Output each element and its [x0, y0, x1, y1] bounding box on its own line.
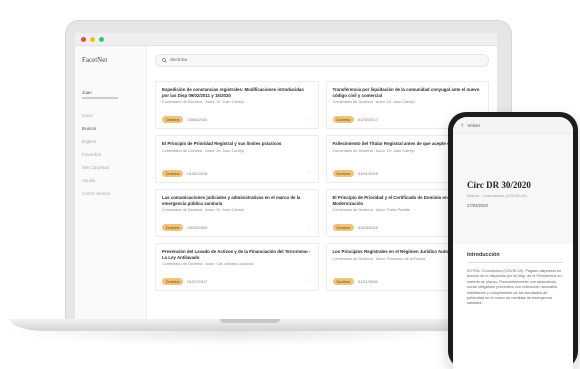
heart-icon[interactable]: ♡ — [307, 171, 311, 177]
card-subtitle: Comentario de Doctrina · Autor: Dr. Juan… — [162, 100, 245, 105]
category-badge: Doctrina — [162, 116, 184, 123]
phone-frame: ‹ Volver Circ DR 30/2020 Noticia · Coron… — [448, 112, 578, 369]
back-button[interactable]: Volver — [467, 123, 480, 128]
category-badge: Doctrina — [332, 116, 354, 123]
card-date: 01/03/2019 — [357, 225, 378, 230]
search-input[interactable]: doctrina — [170, 58, 187, 63]
heart-icon[interactable]: ♡ — [307, 225, 311, 231]
result-card[interactable]: Prevención del Lavado de Activos y de la… — [155, 243, 319, 291]
sidebar-item-favoritos[interactable]: Favoritos — [82, 152, 139, 157]
close-window-icon[interactable] — [81, 36, 86, 42]
minimize-window-icon[interactable] — [90, 36, 95, 42]
category-badge: Doctrina — [162, 170, 184, 177]
heart-icon[interactable]: ♡ — [307, 279, 311, 285]
results-grid: Expedición de constancias registrales: M… — [155, 81, 489, 291]
card-title[interactable]: Expedición de constancias registrales: M… — [162, 87, 312, 98]
card-date: 01/07/2017 — [187, 279, 208, 284]
result-card[interactable]: El Principio de Prioridad Registral y su… — [155, 135, 319, 183]
section-title: Introducción — [467, 252, 500, 258]
category-badge: Doctrina — [162, 278, 184, 285]
card-date: 01/02/2017 — [357, 117, 378, 122]
app-logo[interactable]: FacetNet — [82, 56, 139, 64]
card-title[interactable]: Transferencia por liquidación de la comu… — [333, 87, 483, 98]
result-card[interactable]: Expedición de constancias registrales: M… — [155, 81, 319, 129]
card-subtitle: Comentario de Doctrina · Autor: Dr. Juan… — [332, 100, 415, 105]
category-badge: Doctrina — [332, 224, 354, 231]
card-subtitle: Comentario de Doctrina · Autor: Dr. Juan… — [162, 148, 245, 153]
user-name: Juan — [82, 90, 92, 95]
document-body: Introducción EXTRA: Coronavirus (COVID-1… — [453, 244, 573, 307]
phone-header: ‹ Volver — [453, 117, 573, 134]
category-badge: Doctrina — [332, 170, 354, 177]
sidebar-item-inicio[interactable]: Inicio — [82, 113, 139, 118]
laptop-screen: FacetNet Juan Inicio Buscar Dígitos Favo… — [75, 33, 497, 319]
card-subtitle: Comentario de Doctrina · Autor: Dr. Juan… — [162, 208, 245, 213]
browser-titlebar — [75, 33, 497, 46]
card-title[interactable]: Prevención del Lavado de Activos y de la… — [162, 249, 312, 260]
card-date: 01/11/2016 — [357, 279, 378, 284]
card-date: 25/05/2020 — [187, 117, 208, 122]
user-divider — [82, 97, 118, 99]
chevron-left-icon[interactable]: ‹ — [461, 122, 463, 129]
sidebar-item-cerrar-sesion[interactable]: Cerrar Sesión — [82, 191, 139, 196]
result-card[interactable]: Las comunicaciones judiciales y administ… — [155, 189, 319, 237]
card-date: 25/03/2020 — [187, 225, 208, 230]
document-subtitle: Noticia · Coronavirus (COVID-19) — [467, 193, 527, 198]
sidebar-item-carpetas[interactable]: Mis Carpetas — [82, 165, 139, 170]
card-footer: Doctrina 25/05/2020 ♡ — [162, 116, 312, 123]
document-date: 27/03/2020 — [467, 203, 488, 208]
section-divider — [467, 262, 563, 263]
category-badge: Doctrina — [332, 278, 354, 285]
card-date: 01/01/2019 — [357, 171, 378, 176]
search-bar[interactable]: doctrina — [155, 54, 489, 67]
search-icon — [162, 58, 167, 63]
document-header: Circ DR 30/2020 Noticia · Coronavirus (C… — [453, 134, 573, 244]
sidebar-item-digitos[interactable]: Dígitos — [82, 139, 139, 144]
card-subtitle: Comentario de Doctrina · Autor: Cdr. Adr… — [162, 262, 254, 267]
category-badge: Doctrina — [162, 224, 184, 231]
card-footer: Doctrina 01/02/2019 ♡ — [162, 170, 312, 177]
sidebar-item-ayuda[interactable]: Ayuda — [82, 178, 139, 183]
document-title: Circ DR 30/2020 — [467, 180, 531, 190]
app-root: FacetNet Juan Inicio Buscar Dígitos Favo… — [75, 46, 497, 319]
card-footer: Doctrina 01/07/2017 ♡ — [162, 278, 312, 285]
sidebar: FacetNet Juan Inicio Buscar Dígitos Favo… — [75, 46, 147, 319]
card-title[interactable]: El Principio de Prioridad Registral y su… — [162, 141, 312, 147]
card-footer: Doctrina 25/03/2020 ♡ — [162, 224, 312, 231]
laptop-notch — [220, 319, 280, 323]
card-title[interactable]: Las comunicaciones judiciales y administ… — [162, 195, 312, 206]
heart-icon[interactable]: ♡ — [307, 117, 311, 123]
sidebar-item-buscar[interactable]: Buscar — [82, 126, 139, 131]
document-paragraph: EXTRA: Coronavirus (COVID-19). Pagado di… — [467, 269, 562, 306]
maximize-window-icon[interactable] — [99, 36, 104, 42]
main-content: doctrina Expedición de constancias regis… — [147, 46, 497, 319]
card-date: 01/02/2019 — [187, 171, 208, 176]
phone-screen: ‹ Volver Circ DR 30/2020 Noticia · Coron… — [453, 117, 573, 369]
